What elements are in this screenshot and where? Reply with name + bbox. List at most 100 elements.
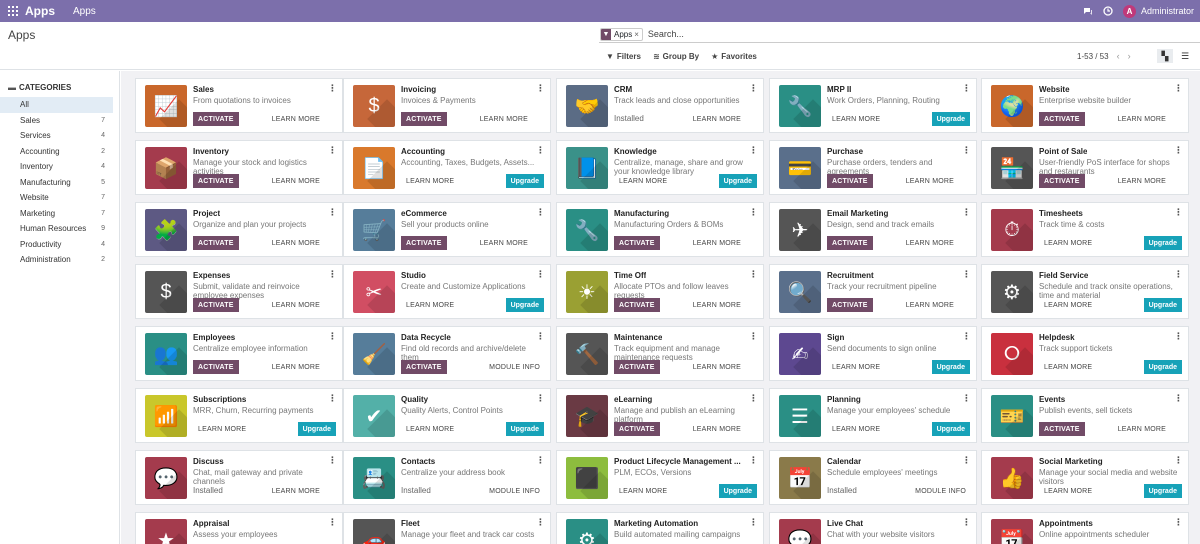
kebab-menu-icon[interactable]: ⋮ [749, 207, 758, 218]
sidebar-item-productivity[interactable]: Productivity 4 [0, 237, 113, 253]
kebab-menu-icon[interactable]: ⋮ [1174, 331, 1183, 342]
favorites-button[interactable]: ★ Favorites [711, 52, 757, 61]
upgrade-button[interactable]: Upgrade [1143, 298, 1182, 312]
kebab-menu-icon[interactable]: ⋮ [536, 517, 545, 528]
learn-more-link[interactable]: LEARN MORE [693, 240, 741, 247]
kebab-menu-icon[interactable]: ⋮ [328, 331, 337, 342]
learn-more-link[interactable]: LEARN MORE [406, 426, 454, 433]
upgrade-button[interactable]: Upgrade [1143, 484, 1182, 498]
search-input[interactable] [647, 29, 948, 39]
learn-more-link[interactable]: LEARN MORE [272, 240, 320, 247]
learn-more-link[interactable]: LEARN MORE [480, 116, 528, 123]
learn-more-link[interactable]: LEARN MORE [906, 302, 954, 309]
learn-more-link[interactable]: LEARN MORE [1118, 116, 1166, 123]
filters-button[interactable]: ▼ Filters [606, 52, 641, 61]
kebab-menu-icon[interactable]: ⋮ [328, 207, 337, 218]
learn-more-link[interactable]: LEARN MORE [272, 364, 320, 371]
learn-more-link[interactable]: LEARN MORE [693, 364, 741, 371]
activate-button[interactable]: ACTIVATE [401, 360, 447, 374]
learn-more-link[interactable]: LEARN MORE [906, 178, 954, 185]
learn-more-link[interactable]: LEARN MORE [832, 364, 880, 371]
module-info-link[interactable]: MODULE INFO [915, 488, 966, 495]
learn-more-link[interactable]: LEARN MORE [272, 302, 320, 309]
kebab-menu-icon[interactable]: ⋮ [749, 455, 758, 466]
activate-button[interactable]: ACTIVATE [1039, 174, 1085, 188]
upgrade-button[interactable]: Upgrade [1143, 236, 1182, 250]
learn-more-link[interactable]: LEARN MORE [1044, 240, 1092, 247]
sidebar-item-sales[interactable]: Sales 7 [0, 113, 113, 129]
activate-button[interactable]: ACTIVATE [827, 236, 873, 250]
kebab-menu-icon[interactable]: ⋮ [536, 331, 545, 342]
activate-button[interactable]: ACTIVATE [1039, 422, 1085, 436]
activate-button[interactable]: ACTIVATE [193, 236, 239, 250]
learn-more-link[interactable]: LEARN MORE [693, 302, 741, 309]
search-facet[interactable]: ▼ Apps × [600, 27, 643, 41]
navbar-brand[interactable]: Apps [25, 4, 55, 18]
kebab-menu-icon[interactable]: ⋮ [328, 83, 337, 94]
kebab-menu-icon[interactable]: ⋮ [328, 455, 337, 466]
kebab-menu-icon[interactable]: ⋮ [536, 145, 545, 156]
activate-button[interactable]: ACTIVATE [827, 174, 873, 188]
learn-more-link[interactable]: LEARN MORE [272, 488, 320, 495]
kebab-menu-icon[interactable]: ⋮ [749, 145, 758, 156]
sidebar-item-human-resources[interactable]: Human Resources 9 [0, 221, 113, 237]
app-menu-icon[interactable] [8, 6, 18, 16]
module-info-link[interactable]: MODULE INFO [489, 364, 540, 371]
activate-button[interactable]: ACTIVATE [193, 112, 239, 126]
pager-value[interactable]: 1-53 / 53 [1077, 52, 1109, 61]
kebab-menu-icon[interactable]: ⋮ [962, 455, 971, 466]
navbar-menu-apps[interactable]: Apps [73, 6, 96, 17]
kebab-menu-icon[interactable]: ⋮ [536, 207, 545, 218]
kebab-menu-icon[interactable]: ⋮ [1174, 455, 1183, 466]
kebab-menu-icon[interactable]: ⋮ [749, 517, 758, 528]
learn-more-link[interactable]: LEARN MORE [832, 426, 880, 433]
activate-button[interactable]: ACTIVATE [193, 298, 239, 312]
activity-clock-icon[interactable] [1103, 6, 1113, 16]
kebab-menu-icon[interactable]: ⋮ [749, 269, 758, 280]
kebab-menu-icon[interactable]: ⋮ [328, 393, 337, 404]
learn-more-link[interactable]: LEARN MORE [198, 426, 246, 433]
upgrade-button[interactable]: Upgrade [931, 422, 970, 436]
kebab-menu-icon[interactable]: ⋮ [536, 269, 545, 280]
learn-more-link[interactable]: LEARN MORE [1118, 178, 1166, 185]
kebab-menu-icon[interactable]: ⋮ [1174, 83, 1183, 94]
learn-more-link[interactable]: LEARN MORE [619, 178, 667, 185]
kebab-menu-icon[interactable]: ⋮ [962, 331, 971, 342]
learn-more-link[interactable]: LEARN MORE [1044, 364, 1092, 371]
upgrade-button[interactable]: Upgrade [297, 422, 336, 436]
sidebar-item-services[interactable]: Services 4 [0, 128, 113, 144]
learn-more-link[interactable]: LEARN MORE [406, 178, 454, 185]
kebab-menu-icon[interactable]: ⋮ [962, 207, 971, 218]
sidebar-item-all[interactable]: All [0, 97, 113, 113]
upgrade-button[interactable]: Upgrade [931, 112, 970, 126]
learn-more-link[interactable]: LEARN MORE [480, 240, 528, 247]
upgrade-button[interactable]: Upgrade [505, 298, 544, 312]
kanban-view-icon[interactable]: ▚ [1157, 49, 1173, 63]
chevron-right-icon[interactable]: › [1128, 51, 1131, 61]
user-avatar[interactable]: A [1122, 4, 1136, 18]
kebab-menu-icon[interactable]: ⋮ [1174, 145, 1183, 156]
activate-button[interactable]: ACTIVATE [1039, 112, 1085, 126]
kebab-menu-icon[interactable]: ⋮ [962, 517, 971, 528]
activate-button[interactable]: ACTIVATE [401, 236, 447, 250]
learn-more-link[interactable]: LEARN MORE [832, 116, 880, 123]
upgrade-button[interactable]: Upgrade [931, 360, 970, 374]
learn-more-link[interactable]: LEARN MORE [619, 488, 667, 495]
chevron-left-icon[interactable]: ‹ [1117, 51, 1120, 61]
learn-more-link[interactable]: LEARN MORE [272, 178, 320, 185]
upgrade-button[interactable]: Upgrade [505, 174, 544, 188]
activate-button[interactable]: ACTIVATE [193, 360, 239, 374]
learn-more-link[interactable]: LEARN MORE [906, 240, 954, 247]
sidebar-item-manufacturing[interactable]: Manufacturing 5 [0, 175, 113, 191]
sidebar-item-website[interactable]: Website 7 [0, 190, 113, 206]
kebab-menu-icon[interactable]: ⋮ [328, 145, 337, 156]
learn-more-link[interactable]: LEARN MORE [406, 302, 454, 309]
activate-button[interactable]: ACTIVATE [614, 422, 660, 436]
sidebar-item-accounting[interactable]: Accounting 2 [0, 144, 113, 160]
sidebar-item-inventory[interactable]: Inventory 4 [0, 159, 113, 175]
activate-button[interactable]: ACTIVATE [401, 112, 447, 126]
upgrade-button[interactable]: Upgrade [718, 174, 757, 188]
group-by-button[interactable]: ≋ Group By [653, 52, 699, 61]
kebab-menu-icon[interactable]: ⋮ [962, 269, 971, 280]
module-info-link[interactable]: MODULE INFO [489, 488, 540, 495]
